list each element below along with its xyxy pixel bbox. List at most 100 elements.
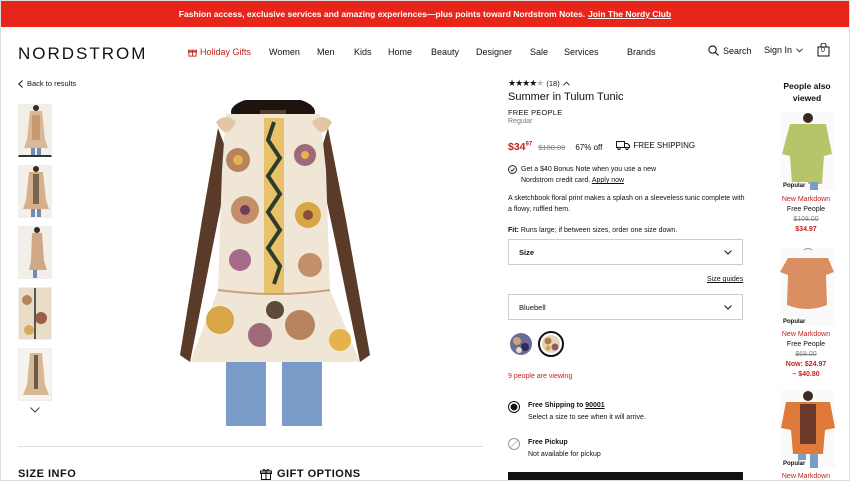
thumbnail-image <box>19 166 51 217</box>
back-to-results-link[interactable]: Back to results <box>18 79 76 88</box>
color-select[interactable]: Bluebell <box>508 294 743 320</box>
product-thumb <box>780 112 835 190</box>
sidebar-product-image-2[interactable]: Popular <box>780 248 835 326</box>
discount-label: 67% off <box>575 143 603 152</box>
zip-link[interactable]: 90001 <box>585 402 604 409</box>
thumbnail-1[interactable] <box>18 104 52 157</box>
sidebar-sale-price-range: – $40.80 <box>792 371 820 378</box>
search-label: Search <box>723 45 752 56</box>
back-label: Back to results <box>27 79 77 88</box>
color-swatch-1[interactable] <box>510 333 532 355</box>
free-pickup-option[interactable]: Free Pickup Not available for pickup <box>508 437 601 461</box>
gift-icon <box>188 49 197 57</box>
thumbnail-image <box>19 349 51 400</box>
nav-brands[interactable]: Brands <box>627 47 656 57</box>
popular-badge: Popular <box>780 182 809 190</box>
size-select-value: Size <box>519 247 535 257</box>
nav-home[interactable]: Home <box>388 47 412 57</box>
section-divider <box>18 446 483 447</box>
size-select[interactable]: Size <box>508 239 743 265</box>
product-thumb <box>780 390 835 468</box>
sign-in-button[interactable]: Sign In <box>764 45 803 55</box>
size-info-heading[interactable]: SIZE INFO <box>18 468 76 480</box>
shipping-radio[interactable] <box>508 401 520 413</box>
rating-row[interactable]: ★★★★★ (18) <box>508 78 570 89</box>
gift-options-label: GIFT OPTIONS <box>277 468 361 480</box>
chevron-down-icon <box>30 407 40 413</box>
sidebar-product-image-3[interactable]: Popular <box>780 390 835 468</box>
nav-men[interactable]: Men <box>317 47 335 57</box>
color-select-value: Bluebell <box>519 302 546 312</box>
nav-women[interactable]: Women <box>269 47 300 57</box>
bonus-note-icon <box>508 165 517 174</box>
chevron-down-icon <box>724 304 732 310</box>
bag-count: 0 <box>821 47 825 54</box>
bonus-line-1: Get a $40 Bonus Note when you use a new <box>521 166 657 173</box>
thumbnail-2[interactable] <box>18 165 52 218</box>
thumbnail-4[interactable] <box>18 287 52 340</box>
bonus-line-2: Nordstrom credit card. <box>521 177 591 184</box>
people-also-viewed-heading: People also viewed <box>783 81 831 103</box>
nav-kids[interactable]: Kids <box>354 47 372 57</box>
promo-text: Fashion access, exclusive services and a… <box>178 8 586 19</box>
chevron-left-icon <box>18 79 23 88</box>
truck-icon <box>616 141 631 150</box>
fit-note: Fit: Runs large; if between sizes, order… <box>508 227 677 234</box>
sidebar-original-price: $68.00 <box>795 351 817 358</box>
star-rating-icon: ★★★★★ <box>508 78 544 88</box>
shopping-bag-button[interactable]: 0 <box>817 43 830 57</box>
size-guides-link[interactable]: Size guides <box>707 276 743 283</box>
nav-beauty[interactable]: Beauty <box>431 47 459 57</box>
product-description: A sketchbook floral print makes a splash… <box>508 195 745 213</box>
sidebar-product-2-info[interactable]: New Markdown Free People $68.00 Now: $24… <box>770 330 842 380</box>
fit-text: Runs large; if between sizes, order one … <box>520 227 678 234</box>
popular-badge: Popular <box>780 460 809 468</box>
original-price: $108.00 <box>538 143 566 152</box>
sidebar-original-price: $108.00 <box>793 216 819 223</box>
add-to-bag-button[interactable] <box>508 472 743 481</box>
bonus-note-offer: Get a $40 Bonus Note when you use a new … <box>508 164 656 186</box>
popular-badge: Popular <box>780 318 809 326</box>
nav-sale[interactable]: Sale <box>530 47 548 57</box>
chevron-up-icon <box>562 81 570 86</box>
sidebar-product-image-1[interactable]: Popular <box>780 112 835 190</box>
sidebar-product-1-info[interactable]: New Markdown Free People $108.00 $34.97 <box>770 195 842 235</box>
search-button[interactable]: Search <box>708 45 752 56</box>
join-nordy-club-link[interactable]: Join The Nordy Club <box>588 9 671 19</box>
gift-options-heading[interactable]: GIFT OPTIONS <box>260 468 361 480</box>
nav-holiday-gifts[interactable]: Holiday Gifts <box>188 47 251 57</box>
sidebar-brand: Free People <box>786 341 826 348</box>
pickup-subtext: Not available for pickup <box>528 451 601 458</box>
nav-designer[interactable]: Designer <box>476 47 512 57</box>
thumbnail-3[interactable] <box>18 226 52 279</box>
markdown-tag: New Markdown <box>781 473 831 480</box>
chevron-down-icon <box>724 249 732 255</box>
fit-label: Fit: <box>508 227 519 234</box>
nav-services[interactable]: Services <box>564 47 599 57</box>
free-shipping-option[interactable]: Free Shipping to 90001 Select a size to … <box>508 400 646 424</box>
review-count: (18) <box>546 79 560 88</box>
thumbnail-5[interactable] <box>18 348 52 401</box>
thumbnail-image <box>19 105 51 155</box>
logo[interactable]: NORDSTROM <box>18 44 147 64</box>
sidebar-sale-price: $34.97 <box>795 226 817 233</box>
main-product-image[interactable] <box>160 96 390 426</box>
markdown-tag: New Markdown <box>781 196 831 203</box>
chevron-down-icon <box>796 47 803 52</box>
sidebar-product-3-info[interactable]: New Markdown <box>770 472 842 481</box>
pickup-radio[interactable] <box>508 438 520 450</box>
people-viewing: 9 people are viewing <box>508 373 573 380</box>
free-shipping: FREE SHIPPING <box>616 141 695 150</box>
product-brand[interactable]: FREE PEOPLE <box>508 108 562 117</box>
site-header: NORDSTROM Holiday Gifts Women Men Kids H… <box>0 27 850 73</box>
pickup-title: Free Pickup <box>528 439 568 446</box>
color-swatch-bluebell[interactable] <box>538 331 564 357</box>
sign-in-label: Sign In <box>764 45 793 55</box>
sidebar-brand: Free People <box>786 206 826 213</box>
search-icon <box>708 45 719 56</box>
apply-now-link[interactable]: Apply now <box>592 177 624 184</box>
thumbnails-scroll-down[interactable] <box>30 405 40 415</box>
thumbnail-image <box>19 288 51 339</box>
product-fit-type: Regular <box>508 118 533 125</box>
ship-title: Free Shipping to <box>528 402 584 409</box>
